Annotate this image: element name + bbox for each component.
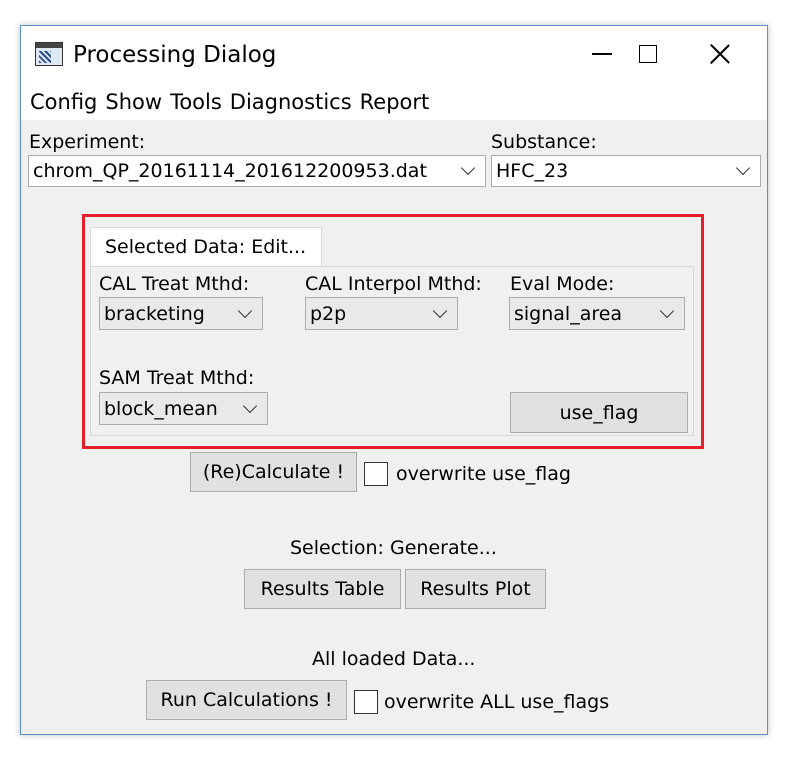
menu-show[interactable]: Show xyxy=(104,87,169,117)
overwrite-all-use-flags-label: overwrite ALL use_flags xyxy=(384,691,610,713)
minimize-button[interactable] xyxy=(579,26,625,82)
chevron-down-icon xyxy=(735,160,751,176)
run-calculations-button[interactable]: Run Calculations ! xyxy=(146,680,347,720)
substance-label: Substance: xyxy=(491,131,597,153)
maximize-button[interactable] xyxy=(625,26,671,82)
overwrite-use-flag-label: overwrite use_flag xyxy=(396,463,571,485)
overwrite-all-use-flags-checkbox[interactable] xyxy=(354,690,378,714)
results-table-button[interactable]: Results Table xyxy=(244,569,401,609)
selection-label: Selection: Generate... xyxy=(290,537,497,559)
menu-report[interactable]: Report xyxy=(359,87,437,117)
close-icon xyxy=(709,43,731,65)
maximize-icon xyxy=(639,45,657,63)
menu-tools[interactable]: Tools xyxy=(169,87,229,117)
results-plot-button[interactable]: Results Plot xyxy=(405,569,546,609)
window-title: Processing Dialog xyxy=(73,42,277,68)
close-button[interactable] xyxy=(697,26,743,82)
recalculate-button[interactable]: (Re)Calculate ! xyxy=(190,452,357,492)
highlight-frame xyxy=(82,214,704,449)
chevron-down-icon xyxy=(460,160,476,176)
experiment-label: Experiment: xyxy=(29,131,146,153)
app-window-icon xyxy=(35,42,63,66)
experiment-select[interactable]: chrom_QP_20161114_201612200953.dat xyxy=(28,155,486,187)
all-loaded-label: All loaded Data... xyxy=(312,648,476,670)
menu-diagnostics[interactable]: Diagnostics xyxy=(229,87,359,117)
processing-dialog-window: Processing Dialog Config Show Tools Diag… xyxy=(20,25,768,735)
title-bar[interactable]: Processing Dialog xyxy=(21,26,767,84)
substance-value: HFC_23 xyxy=(496,160,569,182)
minimize-icon xyxy=(592,53,612,55)
menu-bar: Config Show Tools Diagnostics Report xyxy=(21,84,767,120)
overwrite-use-flag-checkbox[interactable] xyxy=(364,462,388,486)
substance-select[interactable]: HFC_23 xyxy=(491,155,761,187)
experiment-value: chrom_QP_20161114_201612200953.dat xyxy=(33,160,427,182)
menu-config[interactable]: Config xyxy=(29,87,104,117)
